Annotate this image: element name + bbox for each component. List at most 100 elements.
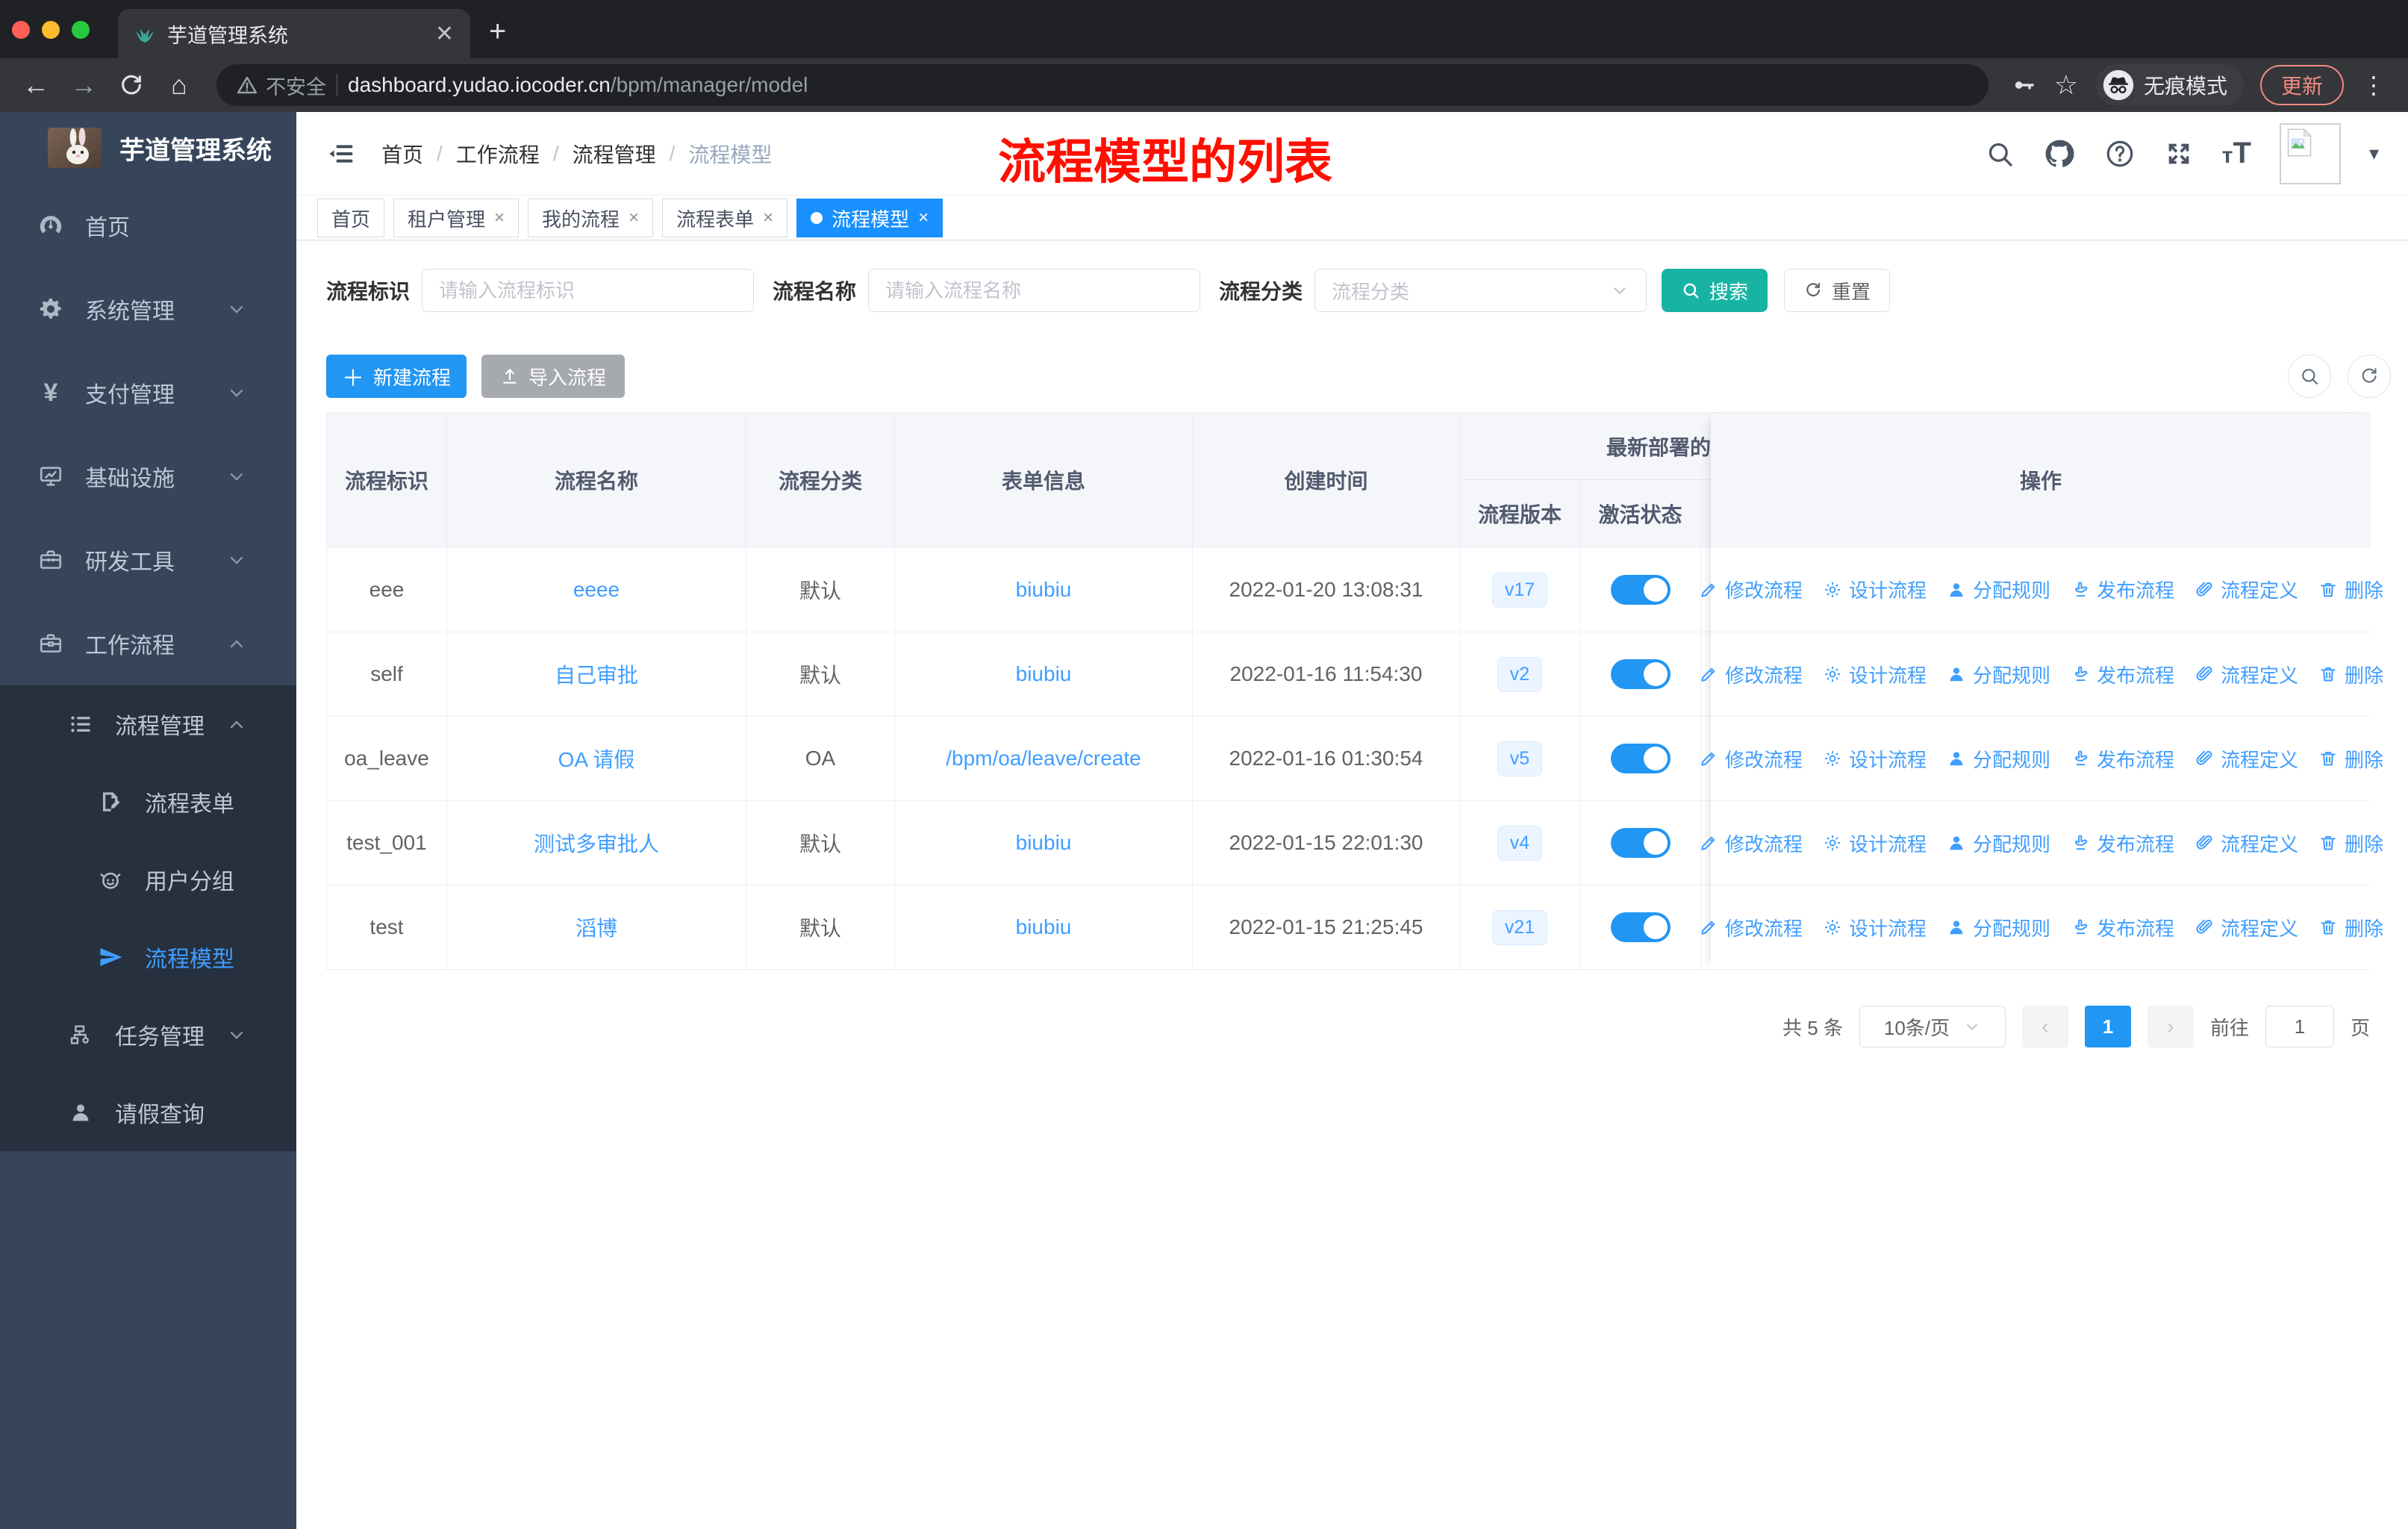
action-流程定义[interactable]: 流程定义 [2194, 914, 2298, 941]
sidebar-item-研发工具[interactable]: 研发工具 [0, 518, 296, 602]
process-id-input[interactable] [422, 269, 755, 312]
sidebar-item-用户分组[interactable]: 用户分组 [0, 841, 296, 918]
action-分配规则[interactable]: 分配规则 [1946, 576, 2050, 603]
sidebar-collapse-icon[interactable] [326, 139, 356, 169]
process-name-link[interactable]: OA 请假 [558, 744, 635, 773]
maximize-window-button[interactable] [72, 21, 90, 39]
sidebar-item-任务管理[interactable]: 任务管理 [0, 996, 296, 1074]
next-page-button[interactable]: › [2147, 1006, 2194, 1047]
tag-流程模型[interactable]: 流程模型 × [796, 199, 943, 237]
breadcrumb-item-工作流程[interactable]: 工作流程 [456, 139, 540, 169]
action-发布流程[interactable]: 发布流程 [2070, 914, 2174, 941]
home-icon[interactable]: ⌂ [158, 64, 200, 106]
action-设计流程[interactable]: 设计流程 [1822, 745, 1927, 773]
table-refresh-button[interactable] [2348, 355, 2391, 398]
back-icon[interactable]: ← [15, 64, 57, 106]
action-设计流程[interactable]: 设计流程 [1822, 829, 1927, 857]
search-icon[interactable] [1985, 139, 2015, 169]
page-number-1[interactable]: 1 [2084, 1006, 2131, 1047]
password-key-icon[interactable] [2011, 72, 2036, 98]
version-badge[interactable]: v21 [1491, 909, 1548, 945]
search-button[interactable]: 搜索 [1662, 269, 1768, 312]
tab-close-icon[interactable]: ✕ [435, 21, 454, 47]
page-size-select[interactable]: 10条/页 [1859, 1006, 2006, 1047]
action-流程定义[interactable]: 流程定义 [2194, 745, 2298, 773]
action-删除[interactable]: 删除 [2318, 745, 2383, 773]
process-name-link[interactable]: 自己审批 [555, 659, 638, 689]
version-badge[interactable]: v17 [1491, 572, 1548, 608]
version-badge[interactable]: v4 [1497, 825, 1543, 861]
avatar-caret-icon[interactable]: ▾ [2369, 142, 2379, 165]
action-分配规则[interactable]: 分配规则 [1946, 661, 2050, 688]
create-process-button[interactable]: ＋ 新建流程 [326, 355, 467, 398]
sidebar-item-首页[interactable]: 首页 [0, 184, 296, 267]
form-info-link[interactable]: biubiu [1016, 662, 1072, 686]
sidebar-item-流程表单[interactable]: 流程表单 [0, 763, 296, 841]
bookmark-star-icon[interactable]: ☆ [2054, 69, 2078, 101]
prev-page-button[interactable]: ‹ [2021, 1006, 2068, 1047]
action-分配规则[interactable]: 分配规则 [1946, 914, 2050, 941]
new-tab-button[interactable]: + [489, 16, 506, 46]
action-修改流程[interactable]: 修改流程 [1698, 745, 1803, 773]
browser-tab[interactable]: 芋道管理系统 ✕ [118, 9, 470, 58]
action-发布流程[interactable]: 发布流程 [2070, 576, 2174, 603]
sidebar-item-流程模型[interactable]: 流程模型 [0, 918, 296, 996]
action-设计流程[interactable]: 设计流程 [1822, 914, 1927, 941]
forward-icon[interactable]: → [63, 64, 105, 106]
tag-首页[interactable]: 首页 [317, 199, 385, 237]
form-info-link[interactable]: /bpm/oa/leave/create [946, 747, 1141, 770]
process-name-link[interactable]: eeee [573, 578, 620, 602]
minimize-window-button[interactable] [42, 21, 60, 39]
github-icon[interactable] [2043, 137, 2076, 170]
action-修改流程[interactable]: 修改流程 [1698, 661, 1803, 688]
action-删除[interactable]: 删除 [2318, 576, 2383, 603]
active-toggle[interactable] [1610, 659, 1671, 689]
process-category-select[interactable]: 流程分类 [1314, 269, 1647, 312]
sidebar-logo[interactable]: 芋道管理系统 [0, 112, 296, 184]
tag-close-icon[interactable]: × [494, 208, 505, 228]
browser-menu-icon[interactable]: ⋮ [2362, 73, 2386, 97]
action-修改流程[interactable]: 修改流程 [1698, 914, 1803, 941]
action-修改流程[interactable]: 修改流程 [1698, 829, 1803, 857]
breadcrumb-item-首页[interactable]: 首页 [381, 139, 423, 169]
close-window-button[interactable] [12, 21, 30, 39]
action-流程定义[interactable]: 流程定义 [2194, 576, 2298, 603]
action-设计流程[interactable]: 设计流程 [1822, 661, 1927, 688]
tag-close-icon[interactable]: × [918, 208, 929, 228]
process-name-input[interactable] [868, 269, 1201, 312]
action-发布流程[interactable]: 发布流程 [2070, 661, 2174, 688]
tag-我的流程[interactable]: 我的流程 × [528, 199, 654, 237]
action-流程定义[interactable]: 流程定义 [2194, 661, 2298, 688]
sidebar-item-请假查询[interactable]: 请假查询 [0, 1074, 296, 1151]
action-流程定义[interactable]: 流程定义 [2194, 829, 2298, 857]
version-badge[interactable]: v2 [1497, 656, 1543, 692]
action-分配规则[interactable]: 分配规则 [1946, 745, 2050, 773]
font-size-icon[interactable]: тT [2222, 137, 2251, 170]
action-删除[interactable]: 删除 [2318, 829, 2383, 857]
action-删除[interactable]: 删除 [2318, 661, 2383, 688]
active-toggle[interactable] [1610, 828, 1671, 858]
sidebar-item-流程管理[interactable]: 流程管理 [0, 685, 296, 763]
address-bar[interactable]: 不安全 dashboard.yudao.iocoder.cn/bpm/manag… [216, 64, 1989, 106]
action-修改流程[interactable]: 修改流程 [1698, 576, 1803, 603]
table-search-toggle-button[interactable] [2288, 355, 2331, 398]
action-设计流程[interactable]: 设计流程 [1822, 576, 1927, 603]
window-controls[interactable] [12, 21, 90, 39]
active-toggle[interactable] [1610, 744, 1671, 773]
url-text[interactable]: dashboard.yudao.iocoder.cn/bpm/manager/m… [348, 73, 808, 97]
sidebar-item-系统管理[interactable]: 系统管理 [0, 267, 296, 351]
form-info-link[interactable]: biubiu [1016, 831, 1072, 855]
form-info-link[interactable]: biubiu [1016, 578, 1072, 602]
sidebar-item-支付管理[interactable]: ¥ 支付管理 [0, 351, 296, 435]
process-name-link[interactable]: 测试多审批人 [534, 828, 659, 858]
sidebar-item-基础设施[interactable]: 基础设施 [0, 435, 296, 518]
help-icon[interactable] [2104, 138, 2136, 169]
tag-流程表单[interactable]: 流程表单 × [662, 199, 788, 237]
form-info-link[interactable]: biubiu [1016, 915, 1072, 939]
reload-icon[interactable] [110, 64, 152, 106]
update-button[interactable]: 更新 [2259, 65, 2344, 105]
action-删除[interactable]: 删除 [2318, 914, 2383, 941]
process-name-link[interactable]: 滔博 [576, 912, 617, 942]
active-toggle[interactable] [1610, 575, 1671, 605]
avatar[interactable] [2279, 122, 2341, 184]
